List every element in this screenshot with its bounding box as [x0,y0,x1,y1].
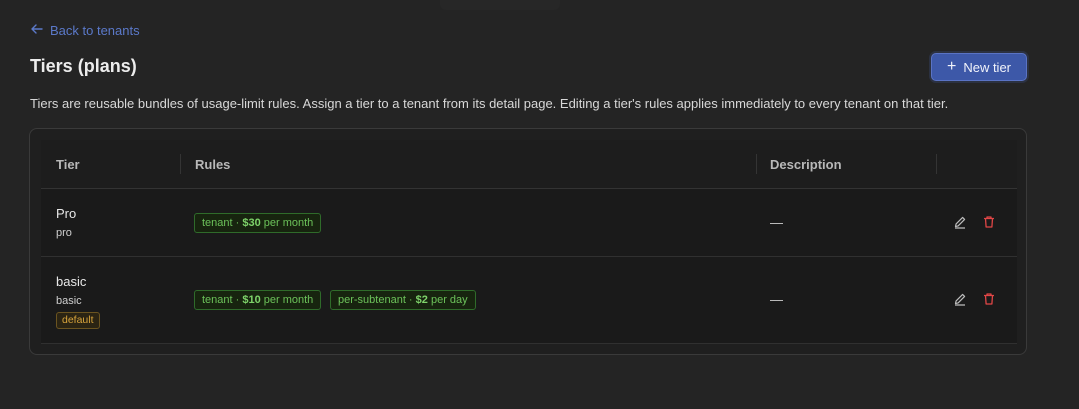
trash-icon [984,216,994,228]
tier-name: basic [56,274,87,289]
tiers-table-card: Tier Rules Description Pro pro tenant · … [29,128,1027,355]
column-header-description: Description [770,157,842,172]
table-header: Tier Rules Description [41,140,1017,189]
table-row: basic basic default tenant · $10 per mon… [41,257,1017,344]
arrow-left-icon [30,22,44,39]
rule-chip: tenant · $30 per month [194,213,322,233]
delete-tier-button[interactable] [982,292,998,308]
back-link-label: Back to tenants [50,23,140,38]
page-title: Tiers (plans) [30,56,137,76]
edit-tier-button[interactable] [953,215,969,231]
rule-period: per month [260,294,314,306]
tiers-table: Tier Rules Description Pro pro tenant · … [41,140,1017,344]
default-badge: default [56,312,100,329]
trash-icon [984,293,994,305]
tier-slug: basic [56,295,82,307]
rule-amount: $2 [415,294,428,306]
column-divider [180,154,181,174]
back-to-tenants-link[interactable]: Back to tenants [30,22,140,39]
rule-chip: per-subtenant · $2 per day [330,290,476,310]
tier-slug: pro [56,227,72,239]
new-tier-button[interactable]: + New tier [931,53,1027,81]
rule-amount: $10 [242,294,261,306]
edit-tier-button[interactable] [953,292,969,308]
rule-scope: tenant · [202,294,243,306]
rule-amount: $30 [242,217,261,229]
column-divider [756,154,757,174]
tier-name: Pro [56,206,77,221]
pencil-icon [954,293,966,306]
rule-period: per day [427,294,468,306]
column-header-tier: Tier [56,157,80,172]
rule-scope: tenant · [202,217,243,229]
column-divider [936,154,937,174]
rule-chip: tenant · $10 per month [194,290,322,310]
top-edge-decoration [440,0,560,10]
delete-tier-button[interactable] [982,215,998,231]
table-row: Pro pro tenant · $30 per month — [41,189,1017,257]
tier-description: — [770,215,783,230]
tier-description: — [770,292,783,307]
page-description: Tiers are reusable bundles of usage-limi… [30,96,949,111]
plus-icon: + [946,57,957,75]
column-header-rules: Rules [195,157,231,172]
rule-scope: per-subtenant · [338,294,416,306]
new-tier-label: New tier [963,59,1012,75]
rule-period: per month [260,217,314,229]
pencil-icon [954,216,966,229]
